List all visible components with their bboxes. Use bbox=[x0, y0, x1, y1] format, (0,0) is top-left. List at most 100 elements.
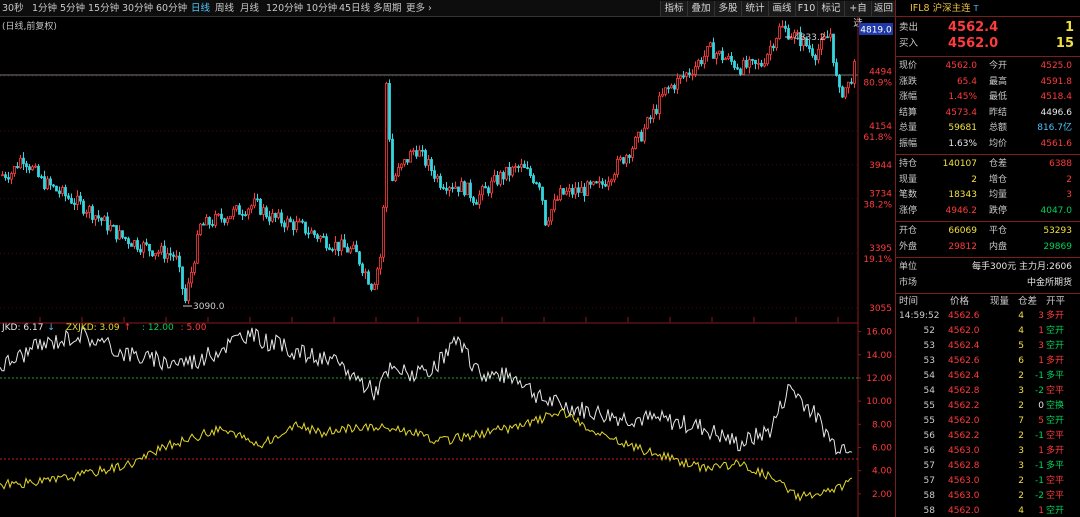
candle-body bbox=[214, 213, 217, 226]
multi-stock-button[interactable]: 多股 bbox=[714, 1, 741, 16]
candle-body bbox=[253, 198, 256, 207]
ind-axis-label: 4.00 bbox=[872, 467, 892, 477]
period-5min[interactable]: 5分钟 bbox=[60, 2, 85, 15]
period-45day[interactable]: 45日线 bbox=[339, 2, 370, 15]
candle-body bbox=[529, 168, 532, 177]
candle-body bbox=[592, 181, 595, 185]
candle-body bbox=[181, 266, 184, 290]
candle-body bbox=[718, 50, 721, 54]
candle-body bbox=[13, 166, 16, 174]
candle-body bbox=[679, 75, 682, 79]
period-1min[interactable]: 1分钟 bbox=[32, 2, 57, 15]
mark-button[interactable]: 标记 bbox=[817, 1, 844, 16]
candle-body bbox=[508, 166, 511, 176]
ind-axis-label: 12.00 bbox=[866, 374, 892, 384]
candle-body bbox=[613, 174, 616, 181]
candle-body bbox=[298, 220, 301, 223]
candle-body bbox=[562, 188, 565, 195]
candle-body bbox=[196, 234, 199, 264]
candle-body bbox=[694, 66, 697, 75]
period-weekly[interactable]: 周线 bbox=[215, 2, 234, 15]
candle-body bbox=[142, 242, 145, 253]
candle-body bbox=[685, 72, 688, 77]
candle-body bbox=[373, 284, 376, 290]
candle-body bbox=[571, 188, 574, 195]
candle-body bbox=[304, 221, 307, 234]
candle-body bbox=[631, 148, 634, 158]
candle-body bbox=[220, 213, 223, 220]
add-watchlist-button[interactable]: +自选 bbox=[844, 1, 871, 29]
candle-body bbox=[847, 81, 850, 89]
candle-body bbox=[280, 212, 283, 224]
candle-body bbox=[193, 262, 196, 273]
candle-body bbox=[172, 254, 175, 257]
period-daily[interactable]: 日线 bbox=[191, 2, 210, 15]
candle-body bbox=[178, 255, 181, 268]
quote-row: 振幅 1.63% 均价 4561.6 bbox=[899, 138, 1072, 149]
candle-body bbox=[322, 236, 325, 238]
chart-area[interactable]: 4494 80.9% 4154 61.8% 3944 3734 38.2% 3395 19.1%… bbox=[0, 17, 895, 517]
indicator-series bbox=[0, 326, 858, 502]
candle-body bbox=[166, 253, 169, 259]
candle-body bbox=[487, 187, 490, 194]
candle-body bbox=[28, 166, 31, 171]
candle-body bbox=[496, 174, 499, 185]
candle-body bbox=[430, 159, 433, 172]
candle-body bbox=[352, 244, 355, 250]
period-10min[interactable]: 10分钟 bbox=[306, 2, 337, 15]
symbol-title[interactable]: IFL8 沪深主连 T bbox=[896, 0, 1080, 17]
indicator-button[interactable]: 指标 bbox=[660, 1, 687, 16]
overlay-button[interactable]: 叠加 bbox=[687, 1, 714, 16]
candle-body bbox=[625, 155, 628, 164]
quote-row: 涨跌 65.4 最高 4591.8 bbox=[899, 76, 1072, 87]
f10-button[interactable]: F10 bbox=[795, 1, 817, 16]
draw-line-button[interactable]: 画线 bbox=[768, 1, 795, 16]
candle-body bbox=[601, 181, 604, 185]
candle-body bbox=[256, 198, 259, 201]
candle-body bbox=[1, 174, 4, 177]
candle-body bbox=[64, 187, 67, 197]
current-price-tag: 4819.0 bbox=[860, 26, 892, 36]
candle-body bbox=[163, 245, 166, 259]
period-60min[interactable]: 60分钟 bbox=[156, 2, 187, 15]
candle-body bbox=[427, 159, 430, 166]
period-monthly[interactable]: 月线 bbox=[240, 2, 259, 15]
candle-body bbox=[274, 213, 277, 218]
tick-row: 58 4563.0 2 -2 空平 bbox=[923, 491, 1065, 501]
candle-body bbox=[310, 230, 313, 234]
candle-body bbox=[343, 239, 346, 248]
candle-body bbox=[100, 217, 103, 221]
candle-body bbox=[730, 55, 733, 62]
statistics-button[interactable]: 统计 bbox=[741, 1, 768, 16]
period-30min[interactable]: 30分钟 bbox=[122, 2, 153, 15]
candle-body bbox=[94, 215, 97, 220]
candle-body bbox=[544, 199, 547, 226]
candle-body bbox=[484, 186, 487, 189]
position-stats-table: 持仓 140107 仓差 6388 现量 2 增仓 2 笔数 18343 均量 3 涨停 4946.2 跌停… bbox=[896, 155, 1080, 222]
candle-body bbox=[712, 42, 715, 59]
candle-body bbox=[43, 176, 46, 190]
candle-body bbox=[127, 238, 130, 245]
back-button[interactable]: 返回 bbox=[871, 1, 895, 16]
tick-row: 55 4562.2 2 0 空换 bbox=[923, 401, 1065, 411]
period-more[interactable]: 更多 › bbox=[406, 2, 432, 15]
tick-row: 53 4562.4 5 3 空开 bbox=[923, 341, 1065, 351]
candle-body bbox=[595, 181, 598, 184]
candle-body bbox=[154, 252, 157, 257]
chart-canvas[interactable]: 449480.9% 415461.8% 3944 373438.2% 339519.1%… bbox=[0, 17, 895, 517]
candle-body bbox=[187, 282, 190, 302]
candle-body bbox=[133, 240, 136, 247]
period-120min[interactable]: 120分钟 bbox=[266, 2, 303, 15]
period-30s[interactable]: 30秒 bbox=[2, 2, 24, 15]
candle-body bbox=[838, 75, 841, 88]
candle-body bbox=[760, 62, 763, 67]
tick-list[interactable]: 14:59:52 4562.6 4 3 多开 52 4562.0 4 1 空开 53 4562.4 5 3… bbox=[896, 309, 1080, 517]
period-multi[interactable]: 多周期 bbox=[373, 2, 402, 15]
candle-body bbox=[325, 236, 328, 249]
candle-body bbox=[433, 170, 436, 179]
candle-body bbox=[184, 288, 187, 302]
period-15min[interactable]: 15分钟 bbox=[88, 2, 119, 15]
candle-body bbox=[25, 163, 28, 168]
candle-body bbox=[190, 272, 193, 284]
price-axis: 449480.9% 415461.8% 3944 373438.2% 339519.1%… bbox=[858, 67, 892, 500]
